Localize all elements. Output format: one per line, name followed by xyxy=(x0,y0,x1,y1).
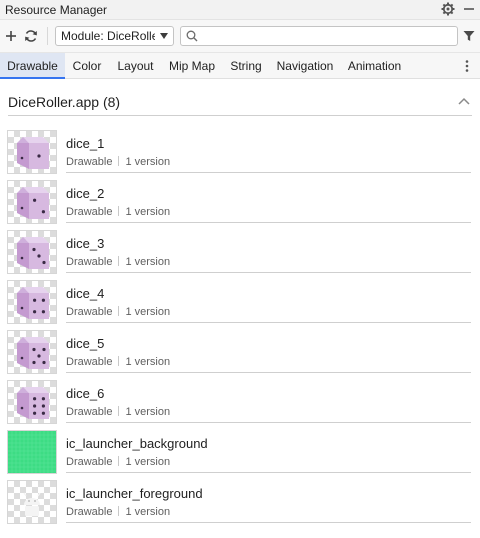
thumbnail xyxy=(7,130,57,174)
resource-name: ic_launcher_foreground xyxy=(66,486,203,501)
search-field[interactable] xyxy=(180,26,458,46)
window-title: Resource Manager xyxy=(5,3,108,17)
resource-group-header[interactable]: DiceRoller.app (8) xyxy=(0,80,480,116)
thumbnail xyxy=(7,430,57,474)
thumbnail xyxy=(7,280,57,324)
resource-versions: 1 version xyxy=(125,456,171,468)
row-divider xyxy=(66,272,471,273)
meta-separator xyxy=(118,206,120,216)
row-divider xyxy=(66,322,471,323)
resource-meta: Drawable 1 version xyxy=(66,306,170,318)
refresh-icon[interactable] xyxy=(23,28,39,44)
tab-drawable[interactable]: Drawable xyxy=(0,53,65,79)
resource-type: Drawable xyxy=(66,306,113,318)
tab-layout[interactable]: Layout xyxy=(110,53,161,79)
resource-versions: 1 version xyxy=(125,356,171,368)
row-divider xyxy=(66,372,471,373)
resource-name: dice_2 xyxy=(66,186,105,201)
resource-versions: 1 version xyxy=(125,206,171,218)
resource-type: Drawable xyxy=(66,256,113,268)
thumbnail xyxy=(7,380,57,424)
resource-type: Drawable xyxy=(66,456,113,468)
row-divider xyxy=(66,422,471,423)
resource-name: dice_1 xyxy=(66,136,105,151)
thumbnail xyxy=(7,480,57,524)
resource-versions: 1 version xyxy=(125,256,171,268)
resource-item-dice-5[interactable]: dice_5 Drawable 1 version xyxy=(0,328,480,378)
tab-color[interactable]: Color xyxy=(65,53,109,79)
thumbnail xyxy=(7,330,57,374)
meta-separator xyxy=(118,156,120,166)
resource-type: Drawable xyxy=(66,406,113,418)
thumbnail xyxy=(7,180,57,224)
tab-navigation[interactable]: Navigation xyxy=(270,53,340,79)
resource-type-tabs: Drawable Color Layout Mip Map String Nav… xyxy=(0,52,480,79)
resource-meta: Drawable 1 version xyxy=(66,356,170,368)
resource-item-dice-2[interactable]: dice_2 Drawable 1 version xyxy=(0,178,480,228)
resource-versions: 1 version xyxy=(125,506,171,518)
dice-1-image xyxy=(17,137,49,169)
meta-separator xyxy=(118,456,120,466)
group-label: DiceRoller.app (8) xyxy=(8,94,121,110)
toolbar-separator xyxy=(47,27,48,45)
tab-mip-map[interactable]: Mip Map xyxy=(162,53,222,79)
resource-type: Drawable xyxy=(66,356,113,368)
resource-type: Drawable xyxy=(66,506,113,518)
dice-5-image xyxy=(17,337,49,369)
resource-meta: Drawable 1 version xyxy=(66,206,170,218)
android-robot-image xyxy=(23,492,41,516)
resource-name: dice_3 xyxy=(66,236,105,251)
dice-3-image xyxy=(17,237,49,269)
meta-separator xyxy=(118,406,120,416)
thumbnail xyxy=(7,230,57,274)
meta-separator xyxy=(118,306,120,316)
resource-type: Drawable xyxy=(66,156,113,168)
search-icon xyxy=(186,30,198,42)
row-divider xyxy=(66,222,471,223)
title-bar: Resource Manager xyxy=(0,0,480,20)
chevron-down-icon xyxy=(160,33,168,39)
row-divider xyxy=(66,472,471,473)
meta-separator xyxy=(118,256,120,266)
resource-versions: 1 version xyxy=(125,406,171,418)
minimize-icon[interactable] xyxy=(462,2,476,16)
resource-meta: Drawable 1 version xyxy=(66,406,170,418)
resource-item-dice-3[interactable]: dice_3 Drawable 1 version xyxy=(0,228,480,278)
green-grid-image xyxy=(8,431,56,473)
resource-versions: 1 version xyxy=(125,156,171,168)
add-icon[interactable] xyxy=(3,28,19,44)
resource-item-ic-launcher-foreground[interactable]: ic_launcher_foreground Drawable 1 version xyxy=(0,478,480,528)
resource-name: dice_4 xyxy=(66,286,105,301)
resource-meta: Drawable 1 version xyxy=(66,506,170,518)
group-divider xyxy=(8,115,472,116)
meta-separator xyxy=(118,506,120,516)
resource-meta: Drawable 1 version xyxy=(66,456,170,468)
resource-item-dice-4[interactable]: dice_4 Drawable 1 version xyxy=(0,278,480,328)
resource-item-dice-1[interactable]: dice_1 Drawable 1 version xyxy=(0,128,480,178)
gear-icon[interactable] xyxy=(441,2,455,16)
module-dropdown[interactable]: Module: DiceRoller xyxy=(55,26,174,46)
row-divider xyxy=(66,522,471,523)
resource-item-dice-6[interactable]: dice_6 Drawable 1 version xyxy=(0,378,480,428)
filter-icon[interactable] xyxy=(463,30,475,42)
tab-animation[interactable]: Animation xyxy=(340,53,409,79)
dice-6-image xyxy=(17,387,49,419)
dice-4-image xyxy=(17,287,49,319)
row-divider xyxy=(66,172,471,173)
resource-item-ic-launcher-background[interactable]: ic_launcher_background Drawable 1 version xyxy=(0,428,480,478)
resource-meta: Drawable 1 version xyxy=(66,156,170,168)
chevron-up-icon[interactable] xyxy=(457,96,471,106)
resource-type: Drawable xyxy=(66,206,113,218)
resource-name: dice_5 xyxy=(66,336,105,351)
resource-meta: Drawable 1 version xyxy=(66,256,170,268)
tab-string[interactable]: String xyxy=(222,53,270,79)
more-vertical-icon[interactable] xyxy=(462,59,472,73)
resource-versions: 1 version xyxy=(125,306,171,318)
resource-name: ic_launcher_background xyxy=(66,436,208,451)
resource-name: dice_6 xyxy=(66,386,105,401)
meta-separator xyxy=(118,356,120,366)
dice-2-image xyxy=(17,187,49,219)
module-dropdown-label: Module: DiceRoller xyxy=(61,29,155,43)
